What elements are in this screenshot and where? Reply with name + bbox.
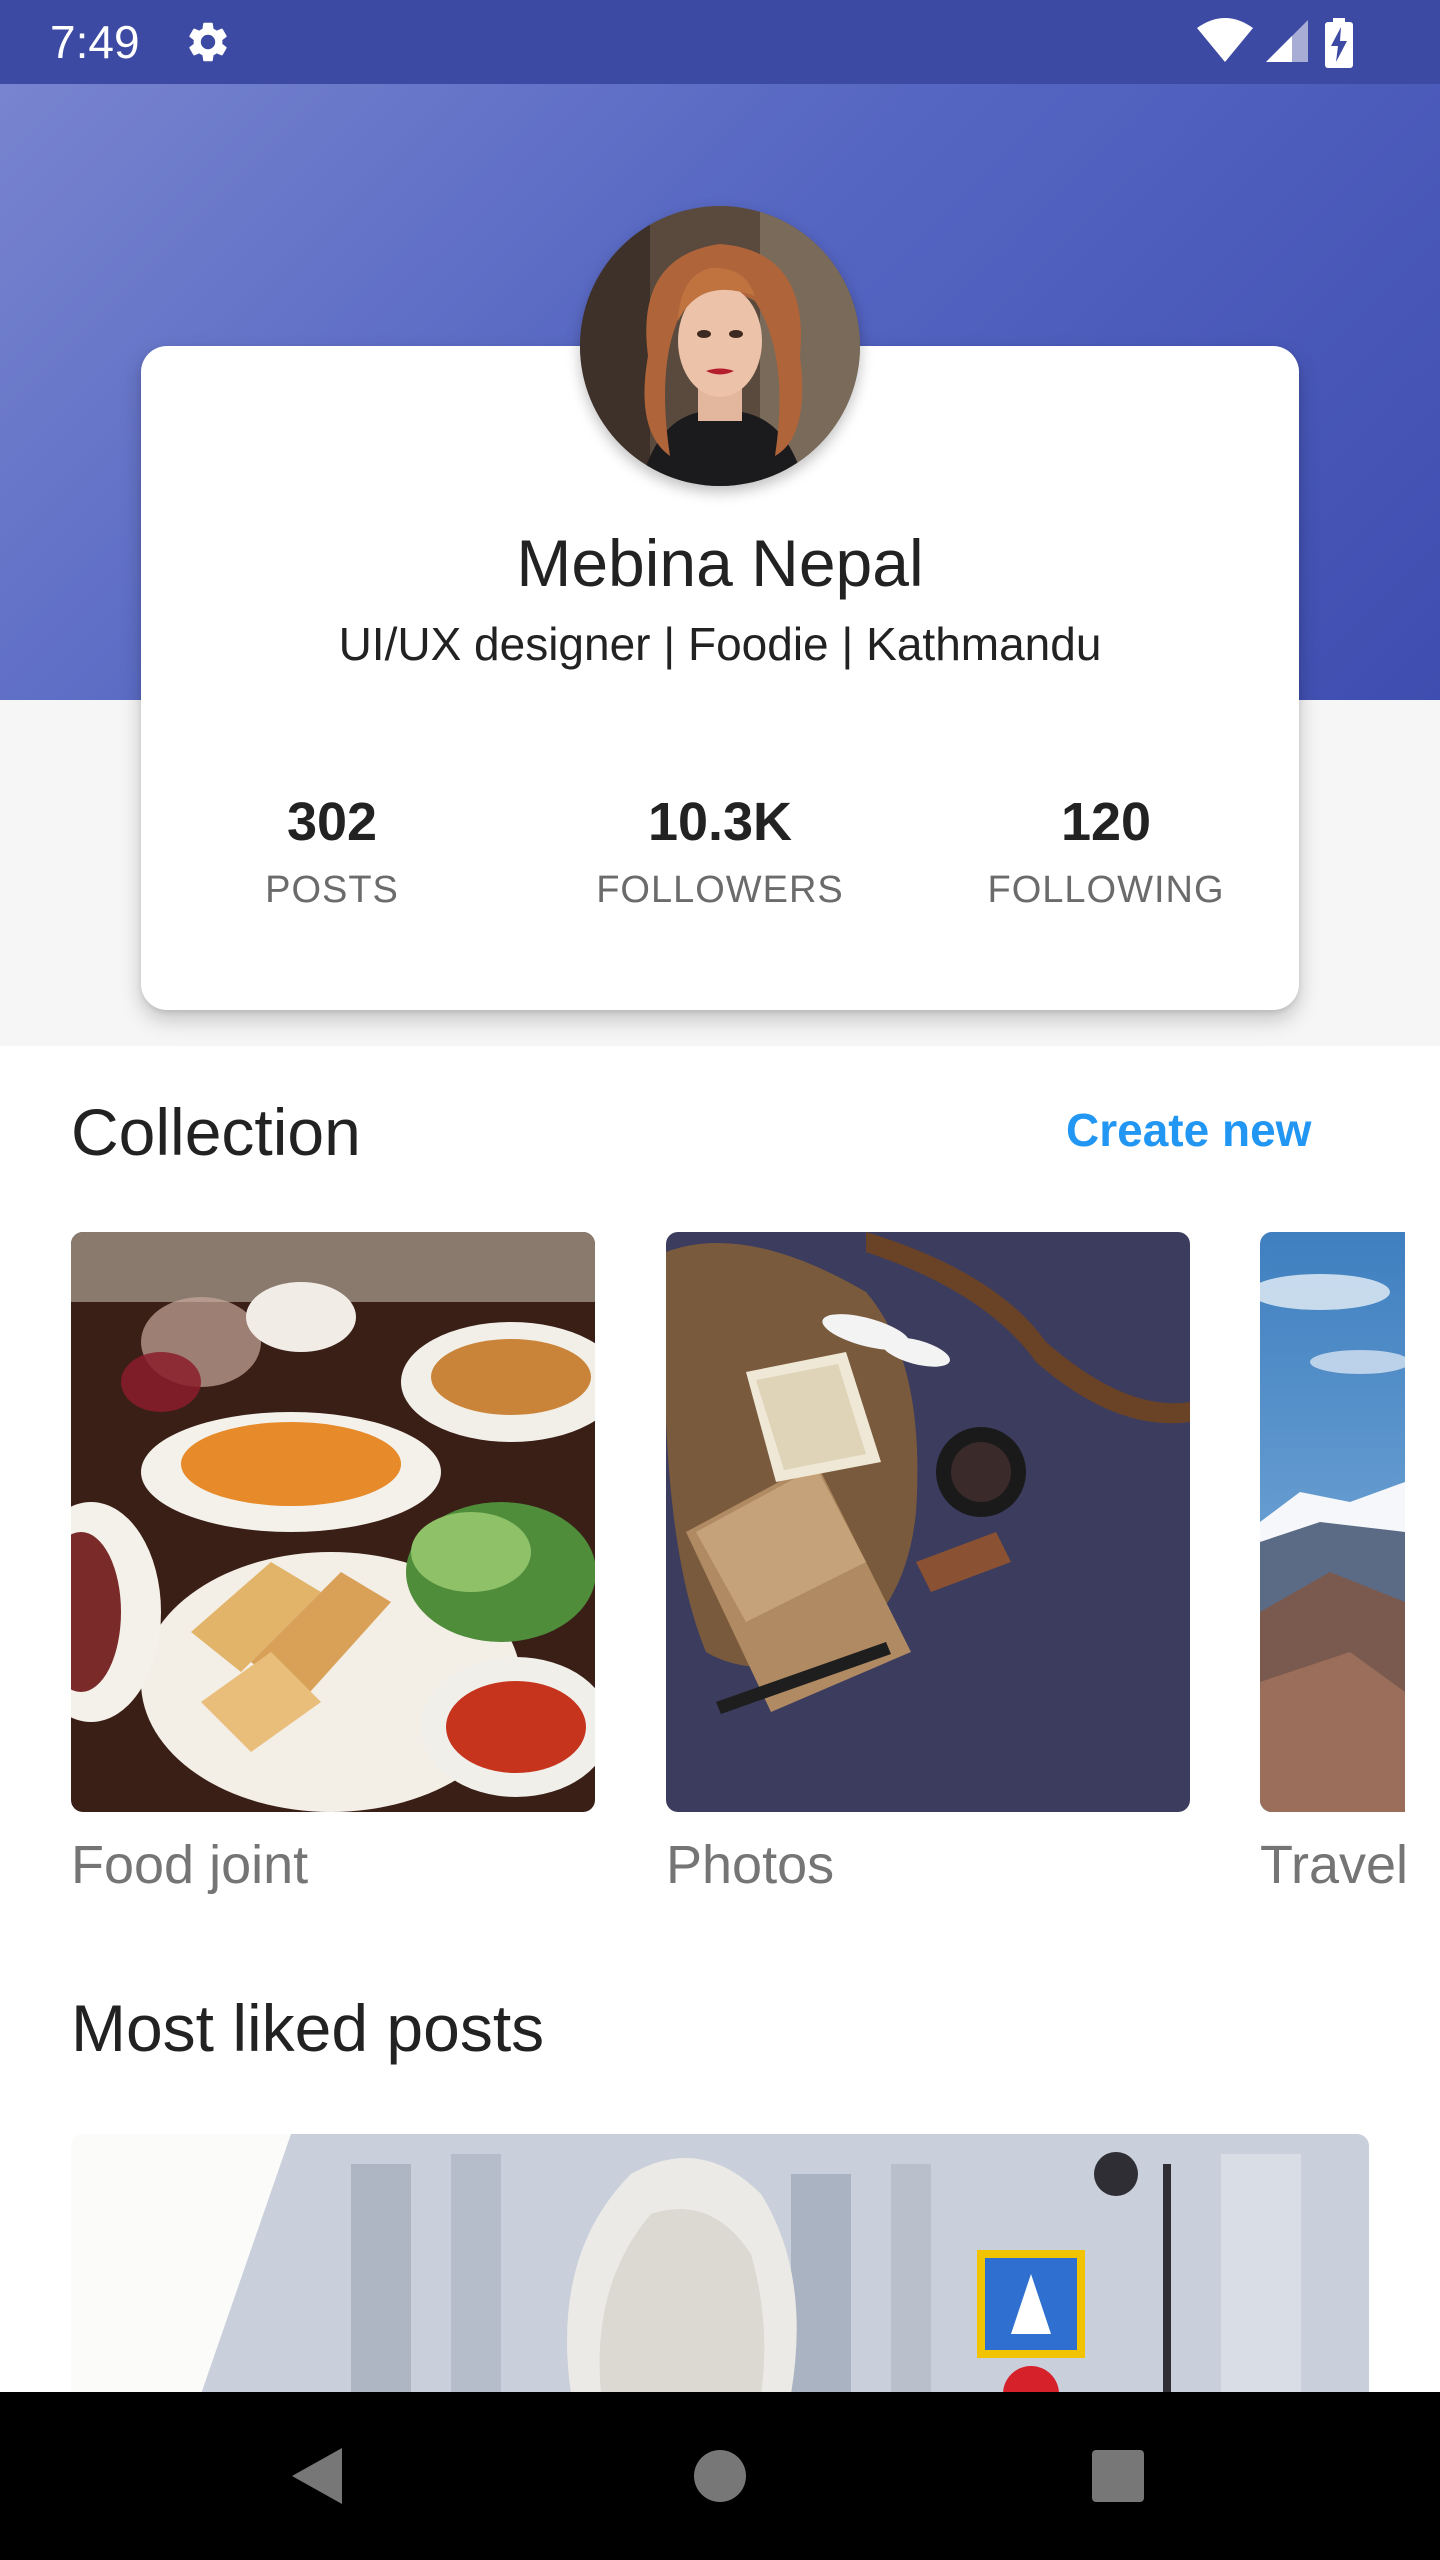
stat-posts-label: POSTS — [265, 869, 399, 911]
stat-posts[interactable]: 302 POSTS — [162, 786, 502, 918]
create-new-link[interactable]: Create new — [1066, 1100, 1311, 1160]
street-photo — [71, 2134, 1369, 2394]
navigation-bar — [0, 2392, 1440, 2560]
stat-posts-value: 302 — [286, 792, 378, 852]
profile-name: Mebina Nepal — [516, 526, 924, 600]
collection-label-photos: Photos — [666, 1835, 835, 1895]
battery-charging-icon — [1325, 18, 1353, 68]
stat-followers-value: 10.3K — [647, 792, 793, 852]
collection-card-photos[interactable] — [666, 1232, 1190, 1812]
wifi-icon — [1197, 18, 1253, 62]
photos-image — [666, 1232, 1190, 1812]
back-triangle-icon[interactable] — [278, 2436, 358, 2516]
profile-bio: UI/UX designer | Foodie | Kathmandu — [338, 618, 1102, 670]
collection-label-food-joint: Food joint — [71, 1835, 309, 1895]
status-icons — [1196, 18, 1396, 68]
travel-image — [1260, 1232, 1405, 1812]
most-liked-post-image[interactable] — [71, 2134, 1369, 2394]
recents-square-icon[interactable] — [1078, 2436, 1158, 2516]
food-joint-image — [71, 1232, 595, 1812]
status-time: 7:49 — [50, 16, 140, 68]
collection-label-travel: Travel — [1260, 1835, 1409, 1895]
status-bar: 7:49 — [0, 0, 1440, 84]
stat-following-value: 120 — [1060, 792, 1152, 852]
avatar-photo — [580, 206, 860, 486]
stat-followers[interactable]: 10.3K FOLLOWERS — [550, 786, 890, 918]
cell-signal-icon — [1266, 20, 1308, 62]
collection-card-food-joint[interactable] — [71, 1232, 595, 1812]
home-circle-icon[interactable] — [680, 2436, 760, 2516]
collection-title: Collection — [71, 1095, 361, 1169]
avatar[interactable] — [580, 206, 860, 486]
stat-followers-label: FOLLOWERS — [596, 869, 844, 911]
stat-following[interactable]: 120 FOLLOWING — [936, 786, 1276, 918]
most-liked-title: Most liked posts — [71, 1991, 545, 2065]
collection-card-travel[interactable] — [1260, 1232, 1405, 1812]
settings-gear-icon — [189, 22, 227, 62]
stat-following-label: FOLLOWING — [987, 869, 1225, 911]
